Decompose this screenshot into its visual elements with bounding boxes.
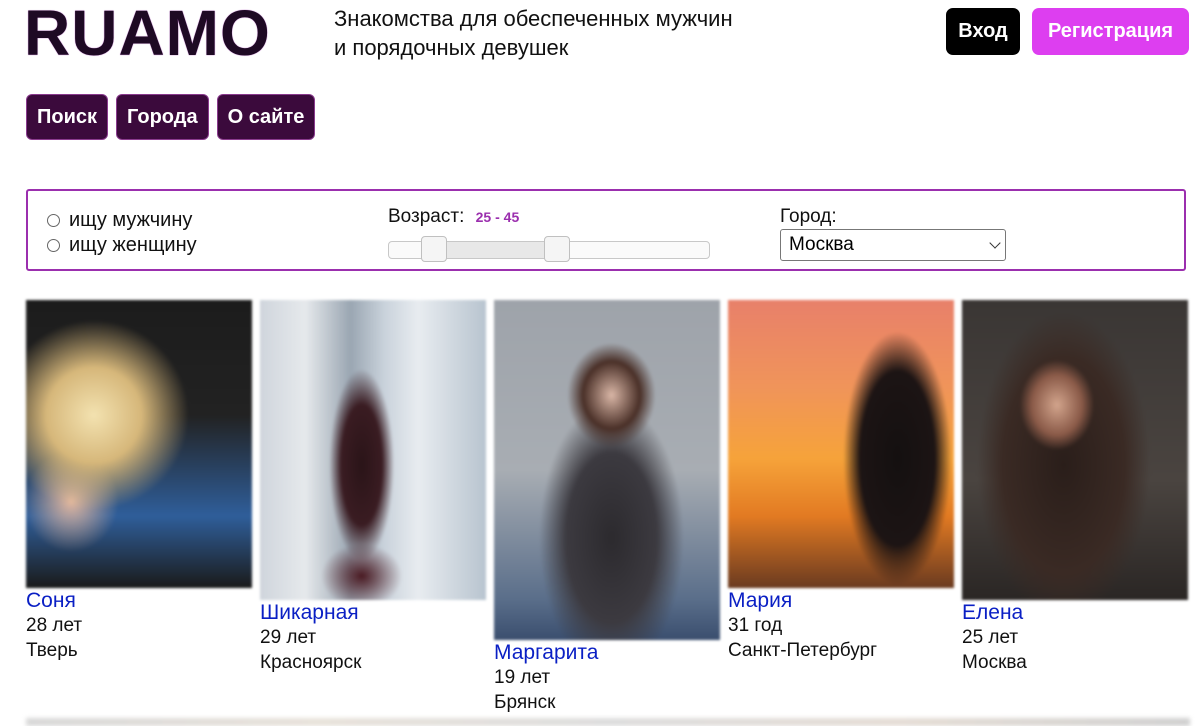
radio-seek-woman[interactable]: ищу женщину — [47, 234, 197, 257]
nav-cities-button[interactable]: Города — [116, 94, 209, 140]
site-logo[interactable]: RUAMO — [24, 1, 271, 65]
profile-card: Маргарита 19 лет Брянск — [494, 300, 722, 715]
radio-seek-man[interactable]: ищу мужчину — [47, 209, 192, 232]
register-button[interactable]: Регистрация — [1032, 8, 1189, 55]
next-row-photos-strip — [26, 718, 1190, 726]
profile-name-link[interactable]: Маргарита — [494, 640, 722, 665]
profile-photo[interactable] — [26, 300, 252, 588]
city-select[interactable]: Москва — [780, 229, 1006, 261]
profile-age: 28 лет — [26, 615, 83, 636]
tagline-line-1: Знакомства для обеспеченных мужчин — [334, 6, 733, 31]
search-filter-panel: ищу мужчину ищу женщину Возраст: 25 - 45… — [26, 189, 1186, 271]
main-nav: Поиск Города О сайте — [26, 94, 316, 140]
profile-card: Шикарная 29 лет Красноярск — [260, 300, 488, 675]
profile-city: Красноярск — [260, 652, 362, 673]
nav-search-button[interactable]: Поиск — [26, 94, 109, 140]
profile-photo[interactable] — [728, 300, 954, 588]
nav-about-button[interactable]: О сайте — [216, 94, 316, 140]
radio-circle[interactable] — [47, 239, 60, 252]
profile-age: 31 год — [728, 615, 783, 636]
age-range-value: 25 - 45 — [475, 209, 520, 225]
profile-city: Санкт-Петербург — [728, 640, 878, 661]
profile-name-link[interactable]: Мария — [728, 588, 956, 613]
radio-circle[interactable] — [47, 214, 60, 227]
age-range-slider[interactable] — [388, 236, 710, 262]
radio-seek-man-label: ищу мужчину — [69, 209, 193, 231]
city-label: Город: — [780, 206, 837, 227]
login-button[interactable]: Вход — [946, 8, 1020, 55]
profile-card: Мария 31 год Санкт-Петербург — [728, 300, 956, 663]
profile-name-link[interactable]: Елена — [962, 600, 1190, 625]
city-select-value: Москва — [789, 234, 854, 255]
profile-city: Брянск — [494, 692, 556, 713]
profile-name-link[interactable]: Шикарная — [260, 600, 488, 625]
profile-age: 25 лет — [962, 627, 1019, 648]
profile-photo[interactable] — [962, 300, 1188, 600]
profile-photo[interactable] — [260, 300, 486, 600]
profile-age: 19 лет — [494, 667, 551, 688]
profile-city: Москва — [962, 652, 1027, 673]
slider-min-handle[interactable] — [421, 236, 447, 262]
profile-card: Елена 25 лет Москва — [962, 300, 1190, 675]
slider-max-handle[interactable] — [544, 236, 570, 262]
age-label-text: Возраст: — [388, 206, 465, 227]
profile-city: Тверь — [26, 640, 78, 661]
profile-photo[interactable] — [494, 300, 720, 640]
age-label: Возраст: 25 - 45 — [388, 206, 519, 228]
profile-card: Соня 28 лет Тверь — [26, 300, 254, 663]
chevron-down-icon — [989, 237, 1001, 249]
profile-age: 29 лет — [260, 627, 317, 648]
tagline-line-2: и порядочных девушек — [334, 35, 569, 60]
profile-name-link[interactable]: Соня — [26, 588, 254, 613]
radio-seek-woman-label: ищу женщину — [69, 234, 197, 256]
site-tagline: Знакомства для обеспеченных мужчин и пор… — [334, 4, 894, 62]
